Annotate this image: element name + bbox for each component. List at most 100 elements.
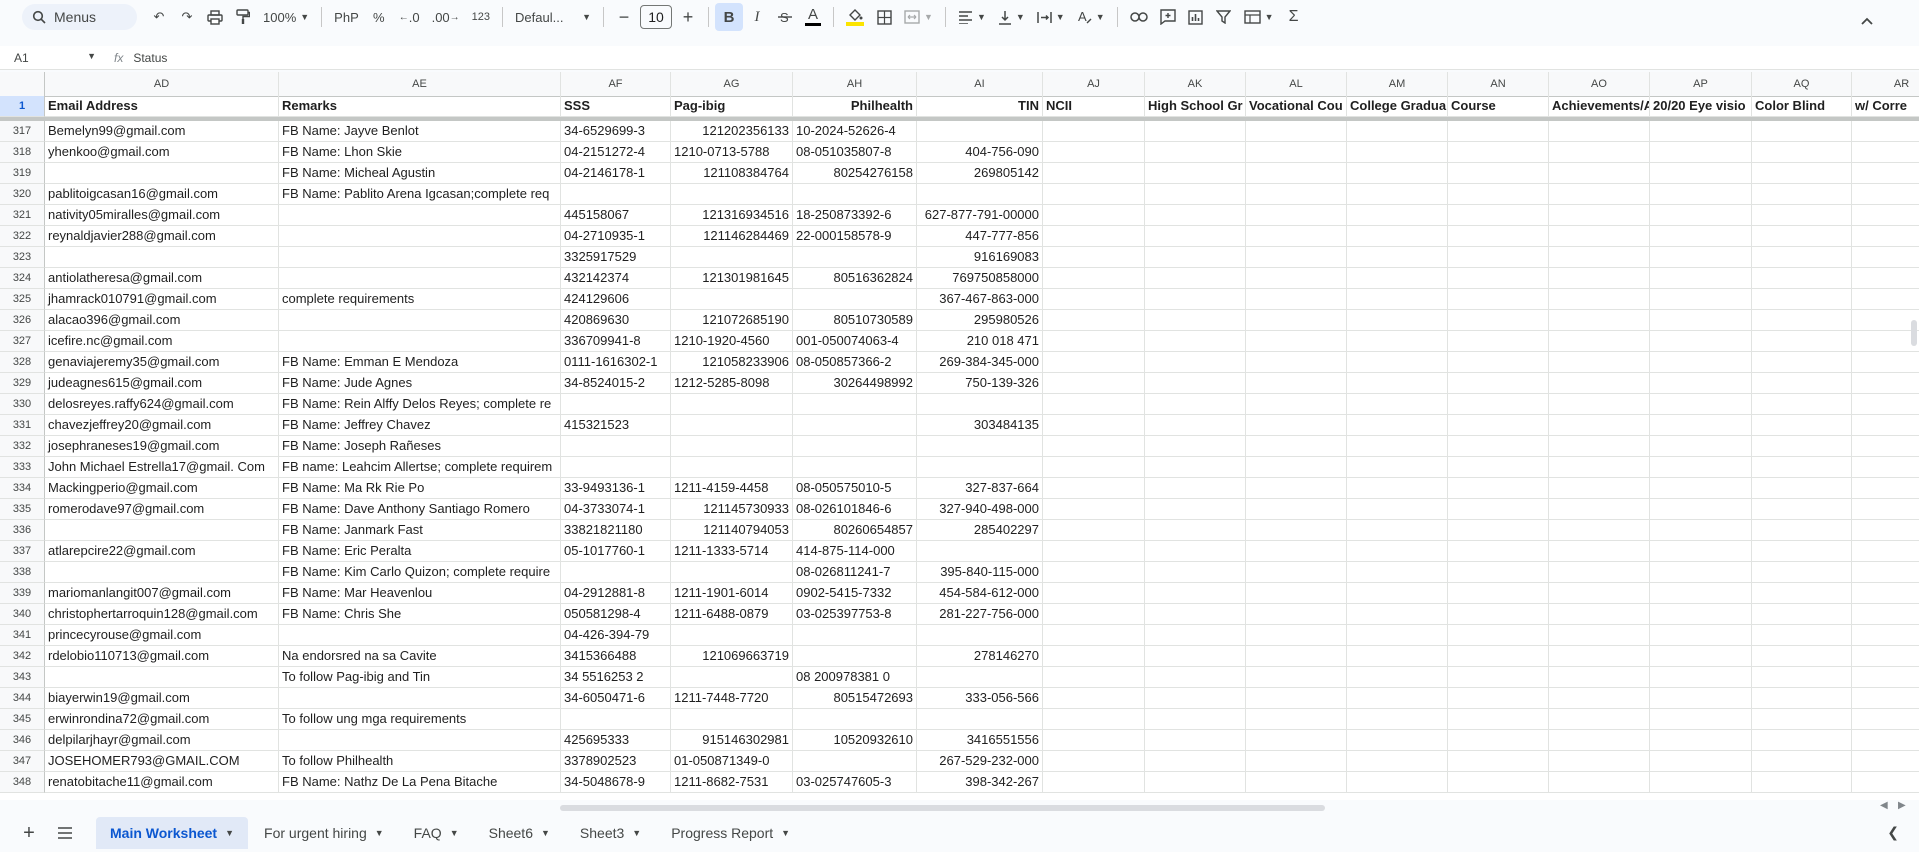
- cell-ah[interactable]: 08-050575010-5: [793, 478, 917, 499]
- cell-aq[interactable]: [1752, 205, 1852, 226]
- cell-ag[interactable]: [671, 436, 793, 457]
- cell-ad[interactable]: Email Address: [45, 96, 279, 117]
- row-number[interactable]: 337: [0, 541, 45, 562]
- cell-ah[interactable]: [793, 289, 917, 310]
- row-number[interactable]: 328: [0, 352, 45, 373]
- cell-ap[interactable]: [1650, 646, 1752, 667]
- cell-ao[interactable]: [1549, 289, 1650, 310]
- column-header-al[interactable]: AL: [1246, 72, 1347, 96]
- cell-ak[interactable]: [1145, 184, 1246, 205]
- cell-aj[interactable]: [1043, 268, 1145, 289]
- cell-ap[interactable]: [1650, 604, 1752, 625]
- cell-ad[interactable]: Bemelyn99@gmail.com: [45, 121, 279, 142]
- cell-aj[interactable]: [1043, 688, 1145, 709]
- cell-aq[interactable]: [1752, 478, 1852, 499]
- cell-am[interactable]: [1347, 205, 1448, 226]
- cell-ap[interactable]: [1650, 478, 1752, 499]
- horizontal-scrollbar[interactable]: [560, 805, 1325, 811]
- cell-an[interactable]: [1448, 310, 1549, 331]
- cell-aq[interactable]: [1752, 604, 1852, 625]
- cell-ah[interactable]: 80260654857: [793, 520, 917, 541]
- cell-af[interactable]: 445158067: [561, 205, 671, 226]
- row-number[interactable]: 331: [0, 415, 45, 436]
- spreadsheet-grid[interactable]: AD AE AF AG AH AI AJ AK AL AM AN AO AP AQ AR 1 Email Ad…: [0, 72, 1919, 800]
- cell-aq[interactable]: [1752, 352, 1852, 373]
- cell-ag[interactable]: Pag-ibig: [671, 96, 793, 117]
- cell-ai[interactable]: [917, 709, 1043, 730]
- cell-ar[interactable]: [1852, 352, 1919, 373]
- cell-ag[interactable]: 1211-7448-7720: [671, 688, 793, 709]
- cell-af[interactable]: [561, 562, 671, 583]
- cell-ae[interactable]: FB Name: Joseph Rañeses: [279, 436, 561, 457]
- column-header-ae[interactable]: AE: [279, 72, 561, 96]
- cell-ar[interactable]: [1852, 730, 1919, 751]
- cell-aj[interactable]: [1043, 394, 1145, 415]
- cell-ap[interactable]: [1650, 499, 1752, 520]
- column-header-aq[interactable]: AQ: [1752, 72, 1852, 96]
- cell-ak[interactable]: [1145, 268, 1246, 289]
- zoom-select[interactable]: 100% ▼: [257, 3, 315, 31]
- row-number[interactable]: 334: [0, 478, 45, 499]
- cell-ah[interactable]: [793, 709, 917, 730]
- cell-ak[interactable]: [1145, 394, 1246, 415]
- cell-ap[interactable]: [1650, 667, 1752, 688]
- cell-ai[interactable]: 267-529-232-000: [917, 751, 1043, 772]
- cell-am[interactable]: [1347, 331, 1448, 352]
- row-number[interactable]: 336: [0, 520, 45, 541]
- cell-ar[interactable]: [1852, 541, 1919, 562]
- cell-aq[interactable]: [1752, 751, 1852, 772]
- cell-ah[interactable]: [793, 184, 917, 205]
- cell-ad[interactable]: [45, 562, 279, 583]
- cell-ag[interactable]: 121069663719: [671, 646, 793, 667]
- cell-ar[interactable]: [1852, 436, 1919, 457]
- cell-ag[interactable]: [671, 247, 793, 268]
- cell-ao[interactable]: [1549, 205, 1650, 226]
- column-header-ag[interactable]: AG: [671, 72, 793, 96]
- cell-ai[interactable]: [917, 394, 1043, 415]
- cell-aq[interactable]: [1752, 163, 1852, 184]
- cell-ai[interactable]: 327-940-498-000: [917, 499, 1043, 520]
- cell-aq[interactable]: [1752, 583, 1852, 604]
- cell-al[interactable]: [1246, 709, 1347, 730]
- cell-an[interactable]: [1448, 205, 1549, 226]
- cell-ao[interactable]: [1549, 184, 1650, 205]
- side-panel-toggle-icon[interactable]: ❮: [1887, 824, 1899, 841]
- cell-ag[interactable]: [671, 562, 793, 583]
- cell-ae[interactable]: [279, 205, 561, 226]
- cell-ah[interactable]: 30264498992: [793, 373, 917, 394]
- cell-an[interactable]: [1448, 646, 1549, 667]
- cell-ap[interactable]: [1650, 331, 1752, 352]
- cell-af[interactable]: 34 5516253 2: [561, 667, 671, 688]
- cell-aj[interactable]: [1043, 352, 1145, 373]
- redo-icon[interactable]: ↷: [173, 3, 201, 31]
- cell-ag[interactable]: 121301981645: [671, 268, 793, 289]
- cell-ar[interactable]: [1852, 667, 1919, 688]
- cell-ah[interactable]: 03-025397753-8: [793, 604, 917, 625]
- cell-aq[interactable]: [1752, 121, 1852, 142]
- scroll-right-icon[interactable]: ▶: [1898, 800, 1906, 811]
- cell-aj[interactable]: [1043, 373, 1145, 394]
- cell-ae[interactable]: FB Name: Chris She: [279, 604, 561, 625]
- cell-ap[interactable]: [1650, 415, 1752, 436]
- cell-ak[interactable]: [1145, 142, 1246, 163]
- cell-an[interactable]: [1448, 331, 1549, 352]
- cell-ak[interactable]: [1145, 625, 1246, 646]
- cell-ae[interactable]: FB Name: Micheal Agustin: [279, 163, 561, 184]
- cell-aj[interactable]: [1043, 499, 1145, 520]
- cell-ap[interactable]: [1650, 520, 1752, 541]
- cell-an[interactable]: [1448, 730, 1549, 751]
- cell-ah[interactable]: 08-051035807-8: [793, 142, 917, 163]
- cell-ar[interactable]: [1852, 604, 1919, 625]
- cell-aj[interactable]: [1043, 457, 1145, 478]
- cell-al[interactable]: [1246, 730, 1347, 751]
- cell-ap[interactable]: [1650, 121, 1752, 142]
- row-number[interactable]: 345: [0, 709, 45, 730]
- cell-aq[interactable]: [1752, 688, 1852, 709]
- cell-ar[interactable]: [1852, 415, 1919, 436]
- cell-an[interactable]: [1448, 121, 1549, 142]
- cell-ap[interactable]: [1650, 226, 1752, 247]
- cell-an[interactable]: [1448, 499, 1549, 520]
- cell-an[interactable]: [1448, 604, 1549, 625]
- cell-an[interactable]: [1448, 709, 1549, 730]
- cell-ap[interactable]: [1650, 436, 1752, 457]
